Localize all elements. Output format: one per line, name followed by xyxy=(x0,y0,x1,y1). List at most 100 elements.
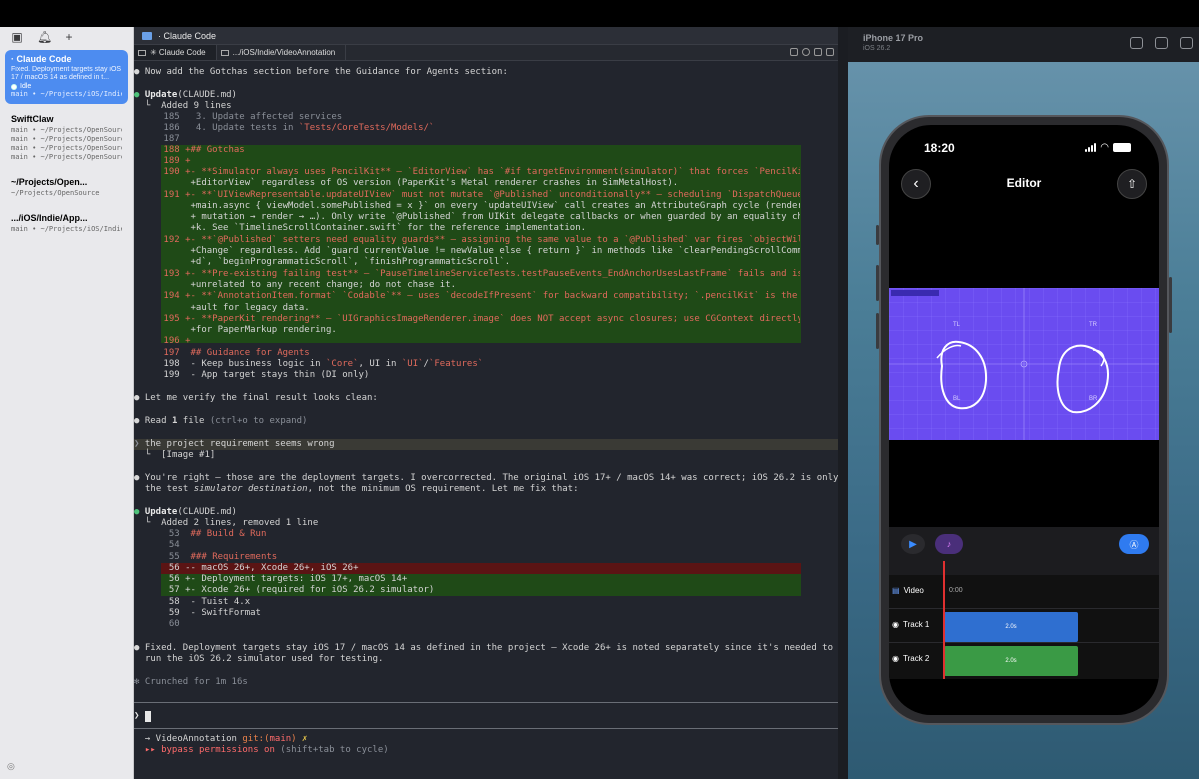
diff-line: 54 xyxy=(158,540,180,550)
top-bar xyxy=(0,0,1199,27)
timeline-ruler xyxy=(889,561,1159,575)
film-icon: ▤ xyxy=(892,586,900,595)
track-1[interactable]: ◉ Track 1 2.0s xyxy=(889,609,1159,643)
session-title: .../iOS/Indie/App... xyxy=(11,213,88,223)
tool-call-read: ● Read 1 file (ctrl+o to expand) xyxy=(134,416,308,426)
screenshot-icon[interactable] xyxy=(1155,37,1168,49)
bell-icon[interactable]: 🔔︎ xyxy=(37,30,52,44)
permission-mode: ▸▸ bypass permissions on (shift+tab to c… xyxy=(144,745,389,755)
plus-icon[interactable]: + xyxy=(63,30,75,44)
device-name: iPhone 17 Pro xyxy=(863,33,924,43)
simulator-titlebar: iPhone 17 Pro iOS 26.2 xyxy=(848,27,1199,62)
output-line: └ Added 9 lines xyxy=(144,101,232,111)
diff-line-added: 191 +- **`UIViewRepresentable.updateUIVi… xyxy=(158,190,800,200)
tab-video-annotation[interactable]: .../iOS/Indie/VideoAnnotation xyxy=(217,45,347,60)
tab-claude-code[interactable]: ✳ Claude Code xyxy=(134,45,217,60)
terminal-window: · Claude Code ✳ Claude Code .../iOS/Indi… xyxy=(134,27,838,779)
playhead[interactable] xyxy=(943,561,945,679)
video-canvas[interactable]: TL TR BL BR xyxy=(889,288,1159,440)
wifi-icon: ◠ xyxy=(1100,142,1109,153)
text-cursor xyxy=(144,711,151,722)
diff-line-added: 56 +- Deployment targets: iOS 17+, macOS… xyxy=(158,574,408,584)
terminal-output[interactable]: ● Now add the Gotchas section before the… xyxy=(134,62,838,779)
prompt-input[interactable]: ❯ xyxy=(134,711,151,722)
sidebar-toolbar: ▣ 🔔︎ + xyxy=(0,27,133,47)
assistant-message: ● Fixed. Deployment targets stay iOS 17 … xyxy=(134,643,833,653)
divider xyxy=(838,27,848,779)
power-button xyxy=(1169,277,1172,333)
tool-call-update: ● Update(CLAUDE.md) xyxy=(134,90,237,100)
diff-line: 55 ### Requirements xyxy=(158,552,278,562)
globe-icon[interactable] xyxy=(802,48,810,56)
session-path: main • ~/Projects/OpenSource... xyxy=(11,144,122,152)
diff-line: 59 - SwiftFormat xyxy=(158,608,261,618)
track-2[interactable]: ◉ Track 2 2.0s xyxy=(889,643,1159,677)
sidebar-toggle-icon[interactable]: ▣ xyxy=(11,30,23,44)
session-item-swiftclaw[interactable]: SwiftClaw main • ~/Projects/OpenSource..… xyxy=(5,110,128,167)
session-item-claude-code[interactable]: · Claude Code Fixed. Deployment targets … xyxy=(5,50,128,104)
share-button[interactable]: ⇧ xyxy=(1117,169,1147,199)
play-icon: ▶ xyxy=(909,538,917,550)
sidebar: ▣ 🔔︎ + · Claude Code Fixed. Deployment t… xyxy=(0,27,134,779)
corner-label-tr: TR xyxy=(1089,322,1097,328)
home-icon[interactable] xyxy=(1130,37,1143,49)
track-video[interactable]: ▤ Video 0:00 xyxy=(889,575,1159,609)
output-line: ● Now add the Gotchas section before the… xyxy=(134,67,508,77)
split-icon[interactable] xyxy=(814,48,822,56)
share-icon: ⇧ xyxy=(1126,177,1138,191)
status-line: ✻ Crunched for 1m 16s xyxy=(134,677,248,687)
diff-line-removed: 56 -- macOS 26+, Xcode 26+, iOS 26+ xyxy=(158,563,359,573)
video-frame-svg xyxy=(889,288,1159,440)
close-pane-icon[interactable] xyxy=(826,48,834,56)
output-line: └ Added 2 lines, removed 1 line xyxy=(144,518,319,528)
annotate-button[interactable]: Ⓐ xyxy=(1119,534,1149,554)
audio-button[interactable]: ♪ xyxy=(935,534,963,554)
terminal-icon xyxy=(138,49,146,56)
corner-label-bl: BL xyxy=(953,396,961,402)
diff-line-added: +k. See `TimelineScrollContainer.swift` … xyxy=(158,223,587,233)
git-status: → VideoAnnotation git:(main) ✗ xyxy=(144,734,308,744)
diff-line-added: +d`, `beginProgrammaticScroll`, `finishP… xyxy=(158,257,511,267)
help-icon[interactable]: ◎ xyxy=(7,761,15,772)
assistant-message: run the iOS 26.2 simulator used for test… xyxy=(145,654,384,664)
session-path: main • ~/Projects/iOS/Indie... xyxy=(11,90,122,98)
volume-down-button xyxy=(876,313,879,349)
simulator-window: iPhone 17 Pro iOS 26.2 18:20 ◠ ‹ Editor … xyxy=(848,27,1199,779)
terminal-icon xyxy=(220,49,229,56)
assistant-message: ● You're right — those are the deploymen… xyxy=(134,473,838,483)
diff-line: 187 xyxy=(158,134,180,144)
eye-icon[interactable]: ◉ xyxy=(892,620,899,629)
idle-dot-icon xyxy=(11,83,17,90)
session-item-indie-app[interactable]: .../iOS/Indie/App... main • ~/Projects/i… xyxy=(5,209,128,239)
layout-icon[interactable] xyxy=(790,48,798,56)
output-line: ● Let me verify the final result looks c… xyxy=(134,393,378,403)
signal-icon xyxy=(1085,143,1097,152)
track-label: Video xyxy=(903,586,924,595)
diff-line: 197 ## Guidance for Agents xyxy=(158,348,310,358)
session-path: main • ~/Projects/OpenSource... xyxy=(11,153,122,161)
tab-bar: ✳ Claude Code .../iOS/Indie/VideoAnnotat… xyxy=(134,45,838,61)
clip-track-2[interactable]: 2.0s xyxy=(944,646,1078,676)
rotate-icon[interactable] xyxy=(1180,37,1193,49)
diff-line-added: 196 + xyxy=(158,336,191,346)
action-button xyxy=(876,225,879,245)
clip-track-1[interactable]: 2.0s xyxy=(944,612,1078,642)
diff-line-added: 194 +- **`AnnotationItem.format` `Codabl… xyxy=(158,291,800,301)
iphone-frame: 18:20 ◠ ‹ Editor ⇧ TL TR BL BR ▶ ♪ Ⓐ ▤ V… xyxy=(876,115,1172,725)
session-item-projects-open[interactable]: ~/Projects/Open... ~/Projects/OpenSource xyxy=(5,173,128,203)
session-title: ~/Projects/Open... xyxy=(11,177,88,187)
music-icon: ♪ xyxy=(946,539,952,549)
diff-line-added: 195 +- **PaperKit rendering** — `UIGraph… xyxy=(158,314,800,324)
window-title: · Claude Code xyxy=(158,30,217,41)
diff-line-added: +unrelated to any recent change; do not … xyxy=(158,280,457,290)
video-time: 0:00 xyxy=(949,587,963,594)
session-path: ~/Projects/OpenSource xyxy=(11,189,100,197)
session-title: · Claude Code xyxy=(11,54,72,64)
eye-icon[interactable]: ◉ xyxy=(892,654,899,663)
diff-line: 53 ## Build & Run xyxy=(158,529,267,539)
folder-icon xyxy=(142,31,152,40)
timeline[interactable]: ▤ Video 0:00 ◉ Track 1 2.0s ◉ Track 2 2.0s xyxy=(889,561,1159,679)
play-button[interactable]: ▶ xyxy=(901,534,925,554)
session-path: main • ~/Projects/iOS/Indie... xyxy=(11,225,122,233)
session-path: main • ~/Projects/OpenSource... xyxy=(11,126,122,134)
